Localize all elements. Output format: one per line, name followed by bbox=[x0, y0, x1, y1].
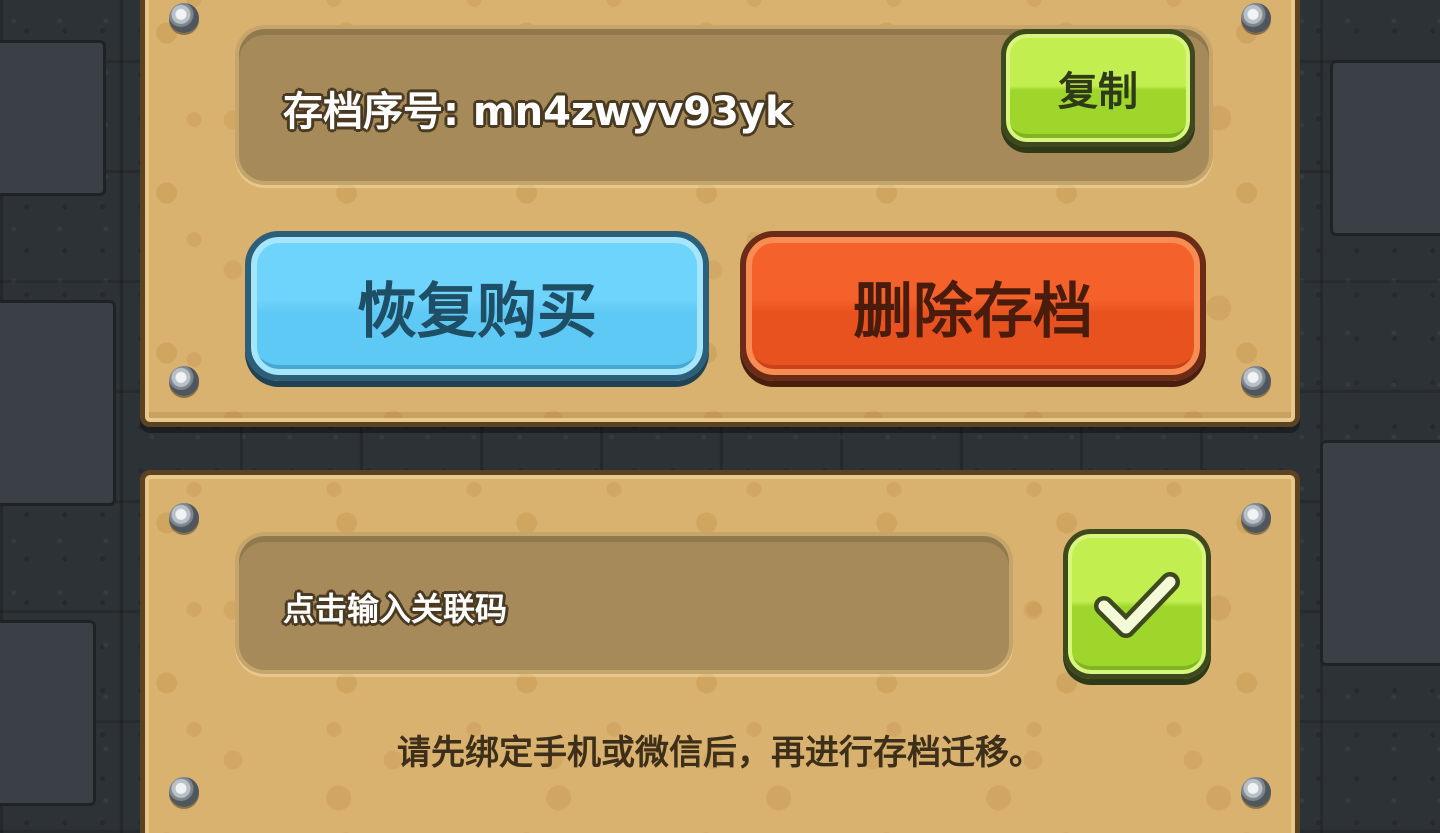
save-id-label: 存档序号: mn4zwyv93yk bbox=[283, 89, 792, 135]
restore-purchase-button[interactable]: 恢复购买 bbox=[245, 231, 709, 381]
save-migration-panel: 点击输入关联码 请先绑定手机或微信后，再进行存档迁移。 bbox=[140, 470, 1300, 833]
delete-save-label: 删除存档 bbox=[853, 276, 1093, 347]
link-code-input[interactable]: 点击输入关联码 bbox=[235, 532, 1013, 674]
background-tile bbox=[0, 300, 116, 506]
background-tile bbox=[0, 620, 96, 806]
rivet-icon bbox=[169, 366, 199, 396]
link-code-placeholder[interactable]: 点击输入关联码 bbox=[283, 584, 507, 630]
rivet-icon bbox=[169, 3, 199, 33]
checkmark-icon bbox=[1094, 572, 1180, 638]
save-info-panel: 存档序号: mn4zwyv93yk 复制 恢复购买 删除存档 bbox=[140, 0, 1300, 427]
background-tile bbox=[1330, 60, 1440, 236]
background-tile bbox=[1320, 440, 1440, 666]
rivet-icon bbox=[1241, 503, 1271, 533]
rivet-icon bbox=[169, 503, 199, 533]
rivet-icon bbox=[169, 777, 199, 807]
rivet-icon bbox=[1241, 366, 1271, 396]
rivet-icon bbox=[1241, 3, 1271, 33]
background-tile bbox=[0, 40, 106, 196]
copy-button-label: 复制 bbox=[1058, 69, 1138, 115]
copy-button[interactable]: 复制 bbox=[1001, 29, 1195, 147]
delete-save-button[interactable]: 删除存档 bbox=[740, 231, 1206, 381]
confirm-button[interactable] bbox=[1063, 529, 1211, 679]
migration-hint: 请先绑定手机或微信后，再进行存档迁移。 bbox=[397, 733, 1043, 773]
restore-purchase-label: 恢复购买 bbox=[357, 276, 597, 347]
rivet-icon bbox=[1241, 777, 1271, 807]
